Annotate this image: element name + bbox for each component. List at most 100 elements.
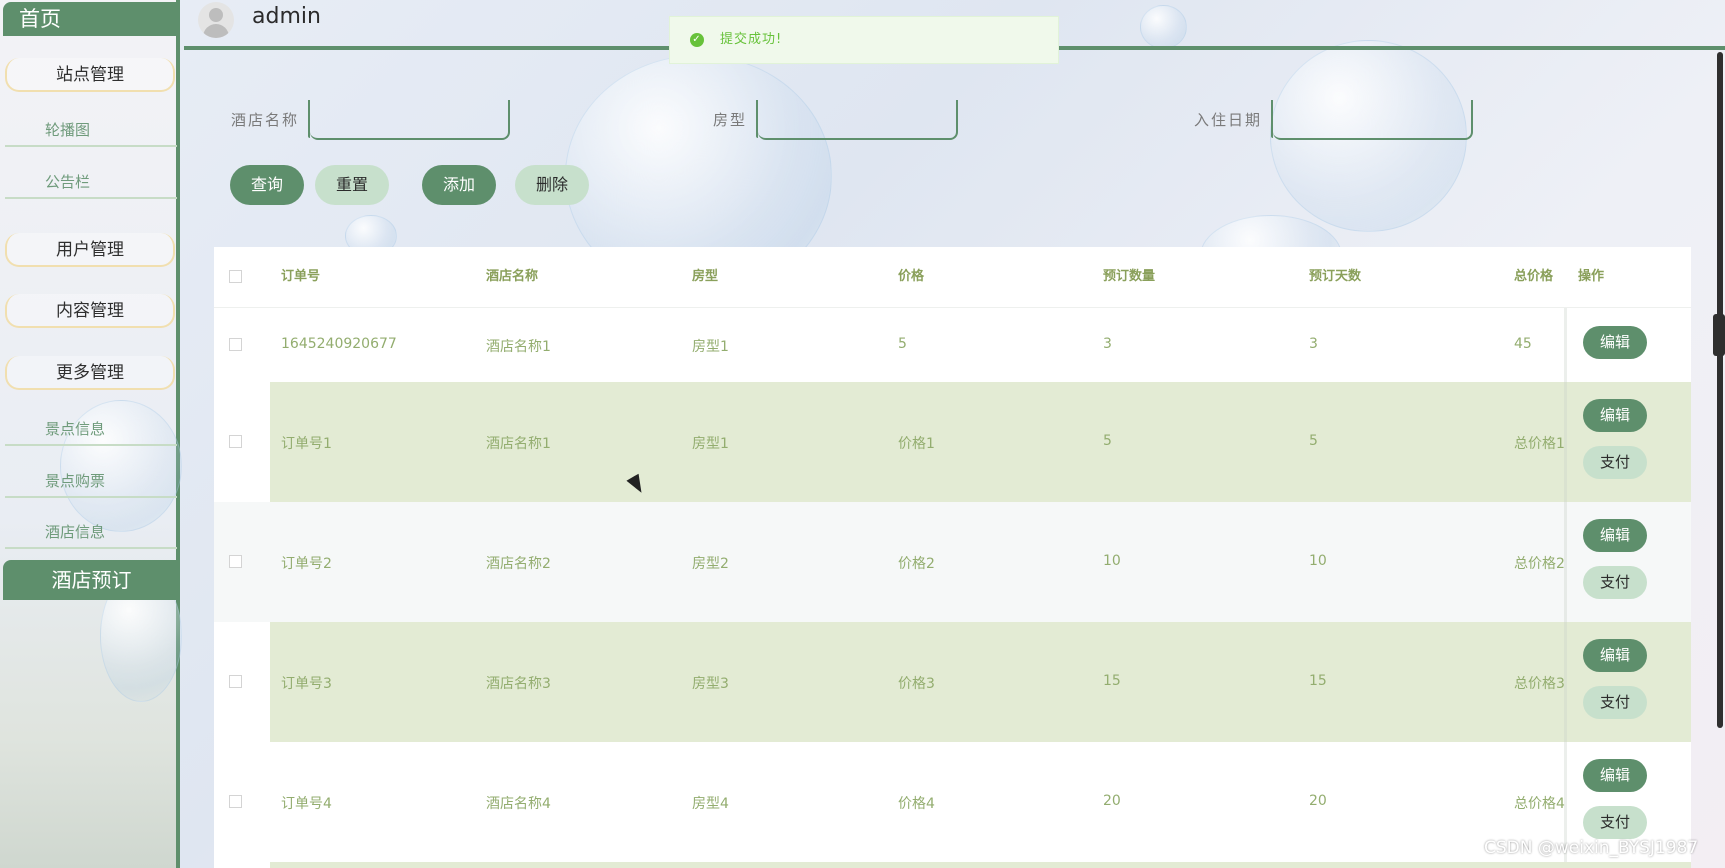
avatar-body-shape bbox=[203, 24, 229, 38]
room-type-field[interactable] bbox=[756, 100, 958, 140]
pay-button[interactable]: 支付 bbox=[1583, 446, 1647, 479]
quantity-cell: 3 bbox=[1103, 336, 1112, 352]
pay-button[interactable]: 支付 bbox=[1583, 566, 1647, 599]
sidebar: 首页 站点管理 轮播图 公告栏 用户管理 内容管理 更多管理 景点信息 景点购票… bbox=[0, 0, 182, 868]
sidebar-item-hotels[interactable]: 酒店信息 bbox=[5, 515, 177, 549]
room-type-label: 房型 bbox=[713, 111, 748, 129]
avatar-head-shape bbox=[209, 8, 223, 22]
checkin-date-field[interactable] bbox=[1271, 100, 1473, 140]
checkin-date-input[interactable] bbox=[1273, 100, 1471, 138]
room-type-cell: 房型3 bbox=[692, 676, 729, 692]
sidebar-item-notice[interactable]: 公告栏 bbox=[5, 165, 177, 199]
price-cell: 价格4 bbox=[898, 796, 935, 812]
query-button[interactable]: 查询 bbox=[230, 165, 304, 205]
sidebar-item-tickets[interactable]: 景点购票 bbox=[5, 464, 177, 498]
order-number-cell: 1645240920677 bbox=[281, 336, 397, 352]
page-scrollbar[interactable] bbox=[1717, 52, 1723, 728]
quantity-cell: 20 bbox=[1103, 793, 1121, 809]
total-price-cell: 45 bbox=[1514, 336, 1532, 352]
username: admin bbox=[252, 4, 321, 29]
avatar[interactable] bbox=[198, 2, 234, 38]
hotel-name-cell: 酒店名称4 bbox=[486, 796, 551, 812]
room-type-input[interactable] bbox=[758, 100, 956, 138]
table-row: 1645240920677 酒店名称1 房型1 5 3 3 45 编辑 bbox=[214, 308, 1691, 382]
order-number-cell: 订单号1 bbox=[281, 436, 332, 452]
sidebar-item-carousel[interactable]: 轮播图 bbox=[5, 113, 177, 147]
total-price-cell: 总价格3 bbox=[1514, 676, 1565, 692]
days-cell: 5 bbox=[1309, 433, 1318, 449]
room-type-cell: 房型1 bbox=[692, 436, 729, 452]
column-header: 房型 bbox=[692, 269, 719, 284]
row-actions: 编辑 支付 bbox=[1564, 382, 1691, 502]
edit-button[interactable]: 编辑 bbox=[1583, 639, 1647, 672]
quantity-cell: 15 bbox=[1103, 673, 1121, 689]
price-cell: 5 bbox=[898, 336, 907, 352]
room-type-cell: 房型4 bbox=[692, 796, 729, 812]
edit-button[interactable]: 编辑 bbox=[1583, 399, 1647, 432]
table-row: 订单号3 酒店名称3 房型3 价格3 15 15 总价格3 编辑 支付 bbox=[214, 622, 1691, 742]
pay-button[interactable]: 支付 bbox=[1583, 806, 1647, 839]
orders-table: 订单号 酒店名称 房型 价格 预订数量 预订天数 总价格 操作 16452409… bbox=[214, 247, 1691, 868]
hotel-name-input[interactable] bbox=[310, 100, 508, 138]
total-price-cell: 总价格4 bbox=[1514, 796, 1565, 812]
total-price-cell: 总价格2 bbox=[1514, 556, 1565, 572]
sidebar-group-content[interactable]: 内容管理 bbox=[5, 294, 175, 328]
quantity-cell: 5 bbox=[1103, 433, 1112, 449]
price-cell: 价格2 bbox=[898, 556, 935, 572]
total-price-cell: 总价格1 bbox=[1514, 436, 1565, 452]
hotel-name-label: 酒店名称 bbox=[231, 111, 300, 129]
reset-button[interactable]: 重置 bbox=[315, 165, 389, 205]
table-header: 订单号 酒店名称 房型 价格 预订数量 预订天数 总价格 操作 bbox=[214, 247, 1691, 308]
days-cell: 10 bbox=[1309, 553, 1327, 569]
delete-button[interactable]: 删除 bbox=[515, 165, 589, 205]
row-actions: 编辑 支付 bbox=[1564, 502, 1691, 622]
table-row: 订单号1 酒店名称1 房型1 价格1 5 5 总价格1 编辑 支付 bbox=[214, 382, 1691, 502]
column-header: 订单号 bbox=[281, 269, 321, 284]
row-stripe bbox=[270, 622, 1691, 742]
price-cell: 价格1 bbox=[898, 436, 935, 452]
sidebar-group-users[interactable]: 用户管理 bbox=[5, 233, 175, 267]
watermark: CSDN @weixin_BYSJ1987 bbox=[1484, 838, 1699, 858]
table-row-partial bbox=[270, 862, 1691, 868]
row-checkbox[interactable] bbox=[229, 555, 242, 568]
column-header: 酒店名称 bbox=[486, 269, 539, 284]
toast-message: 提交成功! bbox=[720, 32, 783, 47]
room-type-cell: 房型2 bbox=[692, 556, 729, 572]
room-type-cell: 房型1 bbox=[692, 339, 729, 355]
add-button[interactable]: 添加 bbox=[422, 165, 496, 205]
hotel-name-cell: 酒店名称1 bbox=[486, 339, 551, 355]
days-cell: 3 bbox=[1309, 336, 1318, 352]
row-stripe bbox=[270, 382, 1691, 502]
select-all-checkbox[interactable] bbox=[229, 270, 242, 283]
hotel-name-field[interactable] bbox=[308, 100, 510, 140]
success-check-icon: ✓ bbox=[690, 33, 704, 47]
table-row: 订单号4 酒店名称4 房型4 价格4 20 20 总价格4 编辑 支付 bbox=[214, 742, 1691, 862]
scrollbar-thumb[interactable] bbox=[1713, 314, 1725, 356]
sidebar-group-site[interactable]: 站点管理 bbox=[5, 58, 175, 92]
hotel-name-cell: 酒店名称2 bbox=[486, 556, 551, 572]
checkin-date-label: 入住日期 bbox=[1194, 111, 1263, 129]
table-row: 订单号2 酒店名称2 房型2 价格2 10 10 总价格2 编辑 支付 bbox=[214, 502, 1691, 622]
quantity-cell: 10 bbox=[1103, 553, 1121, 569]
column-header: 操作 bbox=[1578, 269, 1605, 284]
column-header: 预订天数 bbox=[1309, 269, 1362, 284]
sidebar-home[interactable]: 首页 bbox=[3, 2, 180, 36]
hotel-name-cell: 酒店名称1 bbox=[486, 436, 551, 452]
edit-button[interactable]: 编辑 bbox=[1583, 759, 1647, 792]
row-checkbox[interactable] bbox=[229, 338, 242, 351]
row-checkbox[interactable] bbox=[229, 795, 242, 808]
hotel-name-cell: 酒店名称3 bbox=[486, 676, 551, 692]
order-number-cell: 订单号2 bbox=[281, 556, 332, 572]
order-number-cell: 订单号3 bbox=[281, 676, 332, 692]
edit-button[interactable]: 编辑 bbox=[1583, 519, 1647, 552]
success-toast: ✓ 提交成功! bbox=[669, 16, 1059, 64]
sidebar-item-attractions[interactable]: 景点信息 bbox=[5, 412, 177, 446]
edit-button[interactable]: 编辑 bbox=[1583, 326, 1647, 359]
sidebar-group-more[interactable]: 更多管理 bbox=[5, 356, 175, 390]
pay-button[interactable]: 支付 bbox=[1583, 686, 1647, 719]
row-actions: 编辑 bbox=[1564, 308, 1691, 382]
sidebar-item-hotel-booking[interactable]: 酒店预订 bbox=[3, 560, 180, 600]
row-checkbox[interactable] bbox=[229, 435, 242, 448]
price-cell: 价格3 bbox=[898, 676, 935, 692]
row-checkbox[interactable] bbox=[229, 675, 242, 688]
